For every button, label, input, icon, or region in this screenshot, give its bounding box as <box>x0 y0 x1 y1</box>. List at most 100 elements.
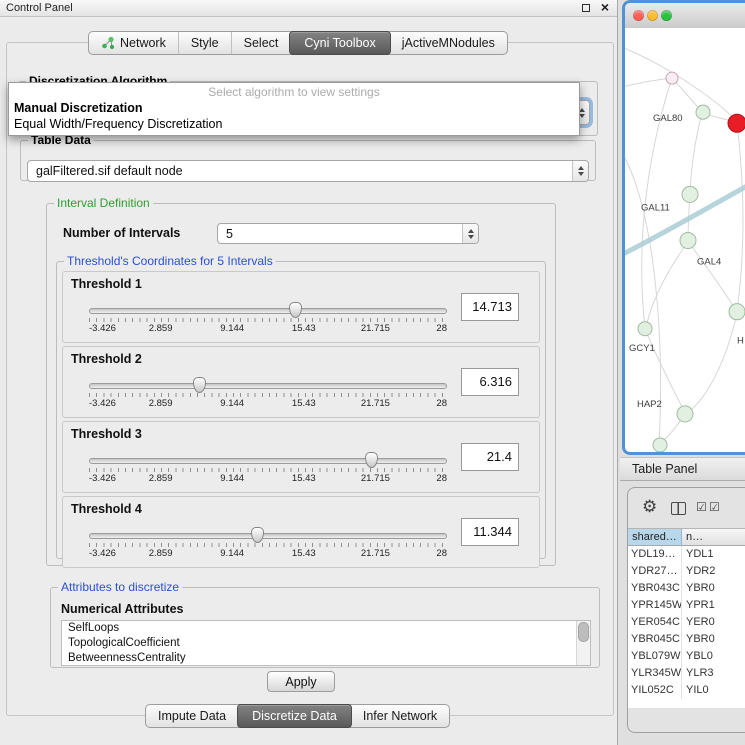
cell-name[interactable]: YBR0 <box>682 631 745 648</box>
minimize-traffic-light-icon[interactable] <box>647 10 658 21</box>
network-node[interactable] <box>680 232 696 248</box>
network-node[interactable] <box>677 406 693 422</box>
slider-thumb[interactable] <box>365 452 378 468</box>
scrollbar-thumb[interactable] <box>578 622 589 642</box>
attribute-list-item[interactable]: BetweennessCentrality <box>62 651 590 666</box>
cell-name[interactable]: YBR0 <box>682 580 745 597</box>
network-node[interactable] <box>696 105 710 119</box>
cell-name[interactable]: YBL0 <box>682 648 745 665</box>
dropdown-option-manual-discretization[interactable]: Manual Discretization <box>9 100 579 116</box>
slider-track[interactable] <box>89 383 447 389</box>
network-edge[interactable] <box>625 46 737 121</box>
tab-jactivemnodules[interactable]: jActiveMNodules <box>390 32 507 54</box>
cell-shared-name[interactable]: YDL19… <box>628 546 682 563</box>
threshold-slider[interactable] <box>89 533 447 539</box>
network-node[interactable] <box>653 438 667 452</box>
slider-track[interactable] <box>89 308 447 314</box>
attribute-list-item[interactable]: SelfLoops <box>62 621 590 636</box>
table-body[interactable]: YDL19…YDL1YDR27…YDR2YBR043CYBR0YPR145WYP… <box>628 546 745 708</box>
cell-shared-name[interactable]: YBL079W <box>628 648 682 665</box>
cell-name[interactable]: YER0 <box>682 614 745 631</box>
table-row[interactable]: YIL052CYIL0 <box>628 682 745 699</box>
network-node[interactable] <box>682 186 698 202</box>
zoom-traffic-light-icon[interactable] <box>661 10 672 21</box>
cell-name[interactable]: YDL1 <box>682 546 745 563</box>
slider-thumb[interactable] <box>289 302 302 318</box>
table-row[interactable]: YLR345WYLR3 <box>628 665 745 682</box>
network-node[interactable] <box>638 322 652 336</box>
network-window-titlebar[interactable] <box>625 3 745 29</box>
screen: Control Panel × Network Style Select <box>0 0 745 745</box>
tab-network[interactable]: Network <box>89 32 178 54</box>
dropdown-option-equal-width-frequency[interactable]: Equal Width/Frequency Discretization <box>9 116 579 132</box>
network-edge[interactable] <box>625 78 671 88</box>
number-of-intervals-combobox[interactable]: 5 <box>217 223 479 244</box>
tab-select[interactable]: Select <box>231 32 291 54</box>
cell-shared-name[interactable]: YBR043C <box>628 580 682 597</box>
stepper-icon[interactable] <box>572 161 588 181</box>
cell-name[interactable]: YLR3 <box>682 665 745 682</box>
network-edge[interactable] <box>646 242 688 327</box>
tick-label: 9.144 <box>220 473 244 484</box>
cell-shared-name[interactable]: YER054C <box>628 614 682 631</box>
tab-cyni-toolbox[interactable]: Cyni Toolbox <box>289 31 390 55</box>
network-edge[interactable] <box>690 113 702 193</box>
cell-shared-name[interactable]: YDR27… <box>628 563 682 580</box>
tab-discretize-data[interactable]: Discretize Data <box>237 704 352 728</box>
cell-shared-name[interactable]: YIL052C <box>628 682 682 699</box>
table-row[interactable]: YBL079WYBL0 <box>628 648 745 665</box>
threshold-value[interactable]: 6.316 <box>461 368 519 396</box>
threshold-slider[interactable] <box>89 458 447 464</box>
cell-shared-name[interactable]: YBR045C <box>628 631 682 648</box>
cell-name[interactable]: YIL0 <box>682 682 745 699</box>
network-canvas[interactable]: GAL80GAL11GAL4GCY1HHAP2 <box>625 28 745 452</box>
numerical-attributes-list[interactable]: SelfLoopsTopologicalCoefficientBetweenne… <box>61 620 591 666</box>
network-node[interactable] <box>728 114 745 132</box>
float-window-icon[interactable] <box>582 4 590 12</box>
stepper-icon[interactable] <box>462 224 478 243</box>
network-node[interactable] <box>729 304 745 320</box>
slider-track[interactable] <box>89 533 447 539</box>
tab-impute-data[interactable]: Impute Data <box>146 705 238 727</box>
threshold-value[interactable]: 14.713 <box>461 293 519 321</box>
network-edge[interactable] <box>685 313 737 414</box>
table-row[interactable]: YDL19…YDL1 <box>628 546 745 563</box>
cell-shared-name[interactable]: YLR345W <box>628 665 682 682</box>
table-row[interactable]: YPR145WYPR1 <box>628 597 745 614</box>
table-row[interactable]: YBR045CYBR0 <box>628 631 745 648</box>
gear-icon[interactable]: ⚙ <box>642 497 657 517</box>
tab-style[interactable]: Style <box>178 32 231 54</box>
slider-track[interactable] <box>89 458 447 464</box>
table-row[interactable]: YBR043CYBR0 <box>628 580 745 597</box>
attribute-list-item[interactable]: TopologicalCoefficient <box>62 636 590 651</box>
threshold-value[interactable]: 21.4 <box>461 443 519 471</box>
interval-definition-group: Interval Definition Number of Intervals … <box>46 196 556 566</box>
tab-infer-network[interactable]: Infer Network <box>351 705 449 727</box>
scrollbar[interactable] <box>576 621 590 665</box>
network-edge[interactable] <box>672 78 702 112</box>
close-traffic-light-icon[interactable] <box>633 10 644 21</box>
apply-button[interactable]: Apply <box>267 671 335 692</box>
checkbox-icon[interactable]: ☑ <box>709 500 720 514</box>
columns-icon[interactable] <box>671 502 686 515</box>
column-header-shared-name[interactable]: shared… <box>628 529 682 545</box>
network-svg[interactable]: GAL80GAL11GAL4GCY1HHAP2 <box>625 28 745 452</box>
table-row[interactable]: YDR27…YDR2 <box>628 563 745 580</box>
cell-name[interactable]: YDR2 <box>682 563 745 580</box>
cell-shared-name[interactable]: YPR145W <box>628 597 682 614</box>
threshold-slider[interactable] <box>89 383 447 389</box>
network-edge[interactable] <box>737 123 743 310</box>
column-header-name[interactable]: n… <box>682 529 745 545</box>
table-data-combobox[interactable]: galFiltered.sif default node <box>27 160 589 182</box>
slider-thumb[interactable] <box>251 527 264 543</box>
slider-thumb[interactable] <box>193 377 206 393</box>
network-node[interactable] <box>666 72 678 84</box>
network-edge[interactable] <box>688 242 736 311</box>
threshold-value[interactable]: 11.344 <box>461 518 519 546</box>
cell-name[interactable]: YPR1 <box>682 597 745 614</box>
close-icon[interactable]: × <box>601 0 609 15</box>
table-row[interactable]: YER054CYER0 <box>628 614 745 631</box>
checkbox-icon[interactable]: ☑ <box>696 500 707 514</box>
control-panel-titlebar[interactable]: Control Panel × <box>0 0 617 17</box>
threshold-slider[interactable] <box>89 308 447 314</box>
